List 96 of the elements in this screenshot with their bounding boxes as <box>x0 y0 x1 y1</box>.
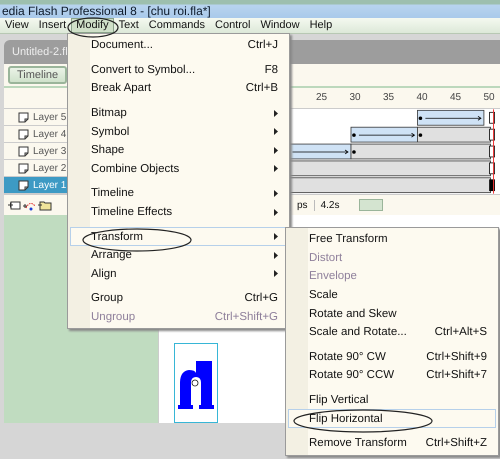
menu-item[interactable]: Align <box>70 264 287 284</box>
layer-icon <box>18 112 29 122</box>
shortcut-text: Ctrl+J <box>248 39 278 52</box>
menu-item[interactable]: Rotate 90° CCW Ctrl+Shift+7 <box>288 366 496 385</box>
menu-item[interactable]: Convert to Symbol... F8 <box>70 60 287 80</box>
shortcut-text: F8 <box>264 64 278 76</box>
submenu-arrow-icon <box>274 270 278 278</box>
menu-item[interactable]: Document... Ctrl+J <box>70 36 287 55</box>
folder-icon[interactable] <box>38 200 52 210</box>
menu-title[interactable]: Help <box>304 18 338 33</box>
menu-item-label: Arrange <box>91 249 133 262</box>
submenu-arrow-icon <box>274 110 278 117</box>
status-text: 4.2s <box>314 200 346 210</box>
annotation-ellipse <box>67 17 119 38</box>
menu-item-label: Timeline Effects <box>91 206 174 218</box>
menu-item[interactable]: Free Transform <box>288 230 496 249</box>
menu-item[interactable]: Rotate and Skew <box>288 304 496 323</box>
submenu-arrow-icon <box>274 146 278 154</box>
shortcut-text: Ctrl+B <box>246 82 278 94</box>
menu-item[interactable]: Break Apart Ctrl+B <box>70 79 287 98</box>
menu-item-label: Distort <box>309 252 344 264</box>
menu-item-label: Flip Horizontal <box>309 412 384 425</box>
ruler-number: 35 <box>383 92 394 103</box>
submenu-arrow-icon <box>274 190 278 197</box>
layer-name: Layer 5 <box>33 112 66 122</box>
submenu-arrow-icon <box>274 165 278 172</box>
submenu-arrow-icon <box>274 208 278 216</box>
menu-item[interactable]: Flip Horizontal <box>288 409 496 428</box>
menu-item-label: Align <box>91 268 118 280</box>
submenu-arrow-icon <box>274 128 278 136</box>
menu-item-label: Rotate 90° CCW <box>309 369 396 382</box>
menu-item-label: Combine Objects <box>91 162 180 175</box>
menu-item-label: Timeline <box>91 187 136 200</box>
layer-icon <box>18 162 29 174</box>
menu-item[interactable]: Bitmap <box>70 104 287 122</box>
layer-icon <box>18 146 29 156</box>
menu-item-label: Symbol <box>91 126 130 138</box>
menu-item-label: Bitmap <box>91 107 128 120</box>
menu-item[interactable]: Shape <box>70 140 287 160</box>
menu-item[interactable]: Transform <box>70 227 287 246</box>
menu-title[interactable]: Commands <box>144 18 210 33</box>
menu-item-label: Group <box>91 292 124 304</box>
shortcut-text: Ctrl+Shift+7 <box>426 369 487 382</box>
menu-item-label: Rotate 90° CW <box>309 350 387 363</box>
layer-name: Layer 2 <box>33 162 66 174</box>
window-title: edia Flash Professional 8 - [chu roi.fla*] <box>2 4 211 18</box>
layer-icon <box>18 180 29 190</box>
ruler-number: 45 <box>450 92 462 103</box>
menu-item-label: Remove Transform <box>309 437 408 450</box>
shortcut-text: Ctrl+Shift+9 <box>426 350 487 363</box>
menu-item-label: Shape <box>91 144 126 156</box>
shortcut-text: Ctrl+Alt+S <box>434 326 487 338</box>
menu-item[interactable]: Scale <box>288 286 496 304</box>
shortcut-text: Ctrl+Shift+G <box>214 311 278 324</box>
menu-item[interactable]: Symbol <box>70 122 287 141</box>
menu-item[interactable]: Group Ctrl+G <box>70 289 287 308</box>
menu-item-label: Scale <box>309 289 339 302</box>
add-layer-icon[interactable] <box>8 200 21 210</box>
ruler-number: 50 <box>484 92 495 103</box>
menu-item[interactable]: Combine Objects <box>70 160 287 178</box>
menu-item-label: Transform <box>91 230 144 243</box>
menu-title[interactable]: Control <box>210 18 256 33</box>
menu-item-label: Scale and Rotate... <box>309 326 408 338</box>
menu-item-label: Document... <box>91 39 154 52</box>
menu-title[interactable]: Insert <box>34 18 72 33</box>
submenu-arrow-icon <box>274 252 278 259</box>
layer-name: Layer 4 <box>33 128 66 140</box>
menu-item-label: Envelope <box>309 270 358 282</box>
layer-icon <box>18 128 29 140</box>
menu-item-label: Ungroup <box>91 311 136 324</box>
layer-name: Layer 3 <box>33 146 66 156</box>
timeline-button[interactable]: Timeline <box>8 66 68 84</box>
scroll-thumb[interactable] <box>359 199 384 211</box>
ruler-number: 25 <box>316 92 328 103</box>
layer-name: Layer 1 <box>33 180 66 190</box>
menu-item-label: Rotate and Skew <box>309 308 398 320</box>
menu-item[interactable]: Rotate 90° CW Ctrl+Shift+9 <box>288 348 496 366</box>
menu-title[interactable]: Modify <box>71 18 114 33</box>
submenu-arrow-icon <box>274 233 278 240</box>
menu-title[interactable]: Window <box>255 18 305 33</box>
menu-item[interactable]: Timeline Effects <box>70 202 287 222</box>
ruler-number: 40 <box>416 92 428 103</box>
menu-item[interactable]: Flip Vertical <box>288 390 496 410</box>
menu-title[interactable]: View <box>0 18 34 33</box>
menu-item-label: Flip Vertical <box>309 394 370 406</box>
menu-item[interactable]: Remove Transform Ctrl+Shift+Z <box>288 434 496 453</box>
shortcut-text: Ctrl+G <box>244 292 278 304</box>
menu-item-label: Break Apart <box>91 82 152 94</box>
menu-title[interactable]: Text <box>114 18 144 33</box>
menu-item[interactable]: Arrange <box>70 246 287 265</box>
menu-item[interactable]: Scale and Rotate... Ctrl+Alt+S <box>288 322 496 342</box>
ruler-number: 30 <box>350 92 361 103</box>
menu-item[interactable]: Timeline <box>70 184 287 203</box>
menu-item-label: Free Transform <box>309 233 389 246</box>
shortcut-text: Ctrl+Shift+Z <box>426 437 487 450</box>
menu-item-label: Convert to Symbol... <box>91 64 196 76</box>
